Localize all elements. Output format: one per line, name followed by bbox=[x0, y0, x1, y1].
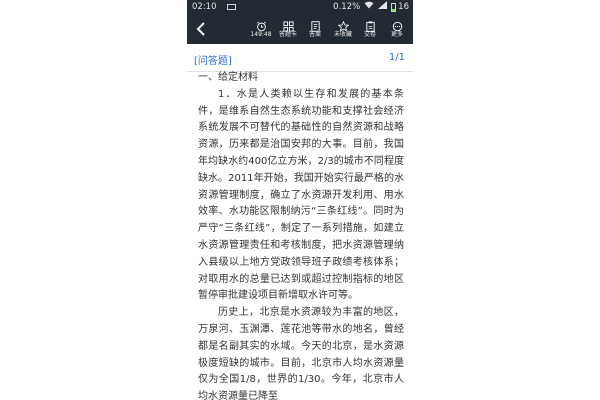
answer-card-button[interactable]: 答题卡 bbox=[274, 16, 302, 42]
submit-button[interactable]: 交卷 bbox=[356, 16, 384, 42]
battery-icon bbox=[391, 2, 397, 12]
wifi-icon bbox=[364, 0, 374, 14]
question-type: [问答题] bbox=[194, 56, 232, 67]
back-button[interactable] bbox=[189, 16, 213, 42]
submit-label: 交卷 bbox=[363, 31, 376, 38]
page-indicator: 1/1 bbox=[388, 52, 405, 63]
more-button[interactable]: 更多 bbox=[383, 16, 411, 42]
answer-button[interactable]: 答案 bbox=[301, 16, 329, 42]
image-notification-icon bbox=[227, 4, 236, 10]
timer-label: 149:48 bbox=[250, 31, 272, 38]
submit-doc-icon bbox=[356, 17, 384, 32]
status-right-group: 0.12% 16 bbox=[333, 0, 409, 14]
status-bar: 02:10 0.12% 16 bbox=[187, 0, 413, 14]
favorite-label: 未收藏 bbox=[333, 31, 352, 38]
battery-level: 16 bbox=[398, 2, 409, 12]
material-paragraph: 历史上，北京是水资源较为丰富的地区，万泉河、玉渊潭、莲花池等带水的地名，曾经都是… bbox=[198, 307, 404, 400]
network-speed: 0.12% bbox=[333, 2, 361, 12]
question-header: [问答题] 1/1 bbox=[187, 44, 413, 72]
status-time: 02:10 bbox=[192, 2, 217, 12]
material-paragraph: 1．水是人类赖以生存和发展的基本条件，是维系自然生态系统功能和支撑社会经济系统发… bbox=[198, 88, 404, 302]
answer-label: 答案 bbox=[308, 31, 321, 38]
exam-toolbar: 149:48 答题卡 答案 未收藏 交卷 更多 bbox=[187, 14, 413, 44]
more-label: 更多 bbox=[390, 31, 403, 38]
favorite-button[interactable]: 未收藏 bbox=[329, 16, 357, 42]
battery-indicator: 16 bbox=[391, 0, 409, 14]
star-icon bbox=[329, 17, 357, 32]
phone-screen: 02:10 0.12% 16 149:48 答题卡 答案 未收藏 交卷 更多 [… bbox=[187, 0, 413, 400]
answer-card-label: 答题卡 bbox=[278, 31, 297, 38]
chevron-left-icon bbox=[196, 22, 205, 36]
material-heading: 一、给定材料 bbox=[198, 72, 258, 83]
question-material: 一、给定材料 1．水是人类赖以生存和发展的基本条件，是维系自然生态系统功能和支撑… bbox=[198, 70, 404, 400]
alarm-clock-icon bbox=[247, 17, 275, 32]
answer-doc-icon bbox=[301, 17, 329, 32]
more-dots-icon bbox=[383, 17, 411, 32]
grid-card-icon bbox=[274, 17, 302, 32]
timer-button[interactable]: 149:48 bbox=[247, 16, 275, 42]
signal-icon bbox=[378, 0, 388, 14]
